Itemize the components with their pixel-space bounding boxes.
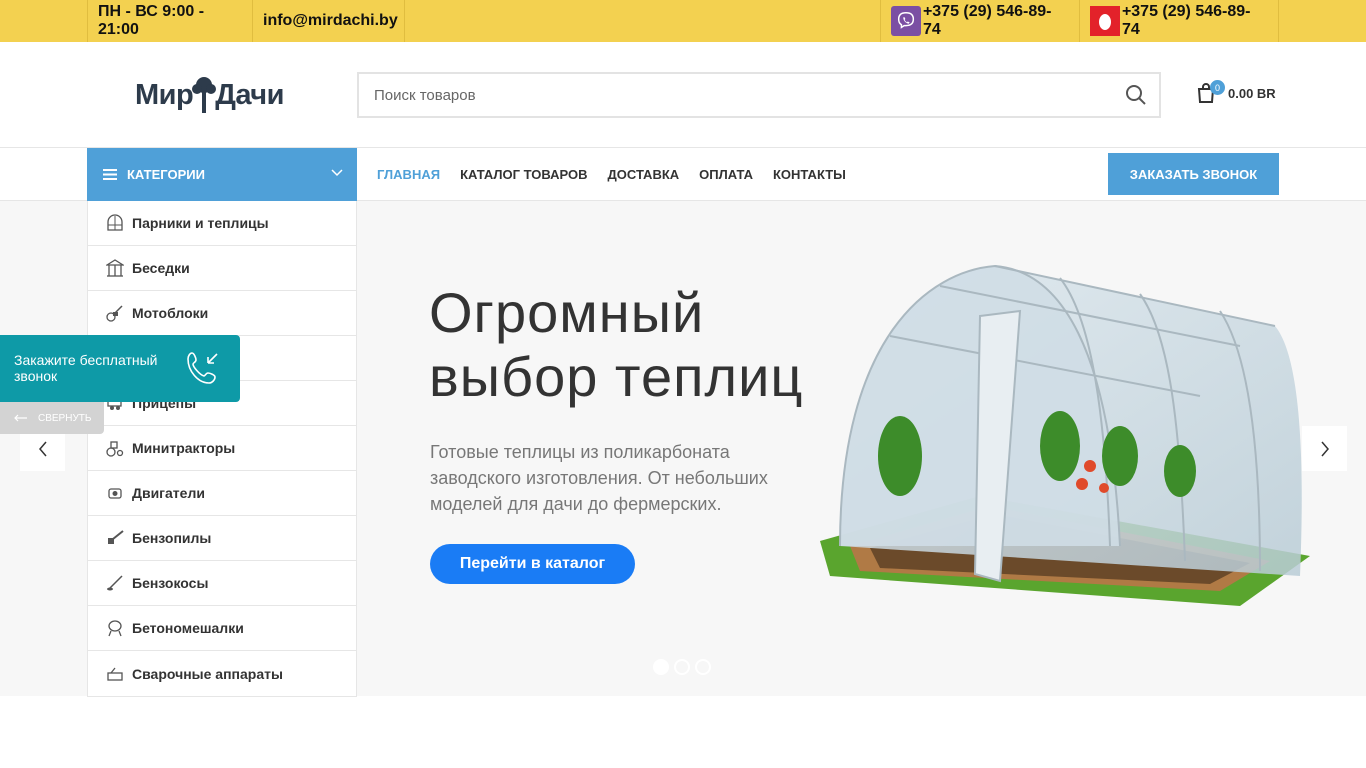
gazebo-icon <box>106 259 124 277</box>
main-nav: Категории Главная Каталог товаров Достав… <box>0 148 1366 201</box>
category-item-engines[interactable]: Двигатели <box>88 471 356 516</box>
category-label: Парники и теплицы <box>132 215 269 231</box>
logo-text-part1: Мир <box>135 78 194 111</box>
main-menu: Главная Каталог товаров Доставка Оплата … <box>377 148 846 201</box>
categories-label: Категории <box>127 167 205 182</box>
slide-title: Огромный выбор теплиц <box>429 281 803 409</box>
menu-item-delivery[interactable]: Доставка <box>608 167 680 182</box>
callback-widget[interactable]: Закажите бесплатный звонок <box>0 335 240 402</box>
slide-description: Готовые теплицы из поликарбоната заводск… <box>430 442 768 514</box>
category-label: Бетономешалки <box>132 620 244 636</box>
slider-dot-3[interactable] <box>695 659 711 675</box>
chevron-left-icon <box>38 441 47 456</box>
viber-icon <box>891 6 921 36</box>
categories-toggle[interactable]: Категории <box>87 148 357 201</box>
concrete-mixer-icon <box>106 619 124 637</box>
greenhouse-icon <box>106 214 124 232</box>
search-icon[interactable] <box>1125 84 1147 106</box>
callback-collapse-button[interactable]: Свернуть <box>0 402 104 434</box>
callback-widget-text: Закажите бесплатный звонок <box>14 352 158 384</box>
arrow-left-icon <box>14 414 27 422</box>
site-logo[interactable]: Мир Дачи <box>135 72 305 118</box>
category-label: Бензокосы <box>132 575 209 591</box>
greenhouse-image <box>820 264 1310 606</box>
slider-dot-2[interactable] <box>674 659 690 675</box>
tractor-icon <box>106 439 124 457</box>
category-item-chainsaws[interactable]: Бензопилы <box>88 516 356 561</box>
slider-dots <box>653 659 711 675</box>
search-input[interactable] <box>359 74 1099 116</box>
category-label: Бензопилы <box>132 530 212 546</box>
email-link[interactable]: info@mirdachi.by <box>252 0 405 42</box>
cart-widget[interactable]: 0 0.00 BR <box>1196 80 1276 104</box>
category-label: Сварочные аппараты <box>132 665 283 682</box>
category-item-concrete-mixers[interactable]: Бетономешалки <box>88 606 356 651</box>
mts-phone[interactable]: +375 (29) 546-89-74 <box>1079 0 1279 42</box>
order-call-button[interactable]: Заказать звонок <box>1108 153 1279 195</box>
mts-icon <box>1090 6 1120 36</box>
site-header: Мир Дачи 0 0.00 BR <box>0 42 1366 148</box>
phone-call-icon <box>187 352 218 384</box>
menu-item-home[interactable]: Главная <box>377 167 440 182</box>
motoblock-icon <box>106 304 124 322</box>
menu-item-payment[interactable]: Оплата <box>699 167 753 182</box>
viber-phone-number: +375 (29) 546-89-74 <box>922 3 1052 38</box>
search-bar <box>357 72 1161 118</box>
menu-icon <box>103 169 117 180</box>
category-item-minitractors[interactable]: Минитракторы <box>88 426 356 471</box>
category-list: Парники и теплицы Беседки Мотоблоки Приц… <box>87 201 357 697</box>
category-item-trimmers[interactable]: Бензокосы <box>88 561 356 606</box>
callback-collapse-label: Свернуть <box>38 412 92 424</box>
engine-icon <box>106 484 124 502</box>
welder-icon <box>106 665 124 683</box>
top-bar: ПН - ВС 9:00 - 21:00 info@mirdachi.by +3… <box>0 0 1366 42</box>
mts-phone-number: +375 (29) 546-89-74 <box>1121 3 1251 38</box>
slide-title-line2: выбор теплиц <box>429 345 804 408</box>
cart-amount: 0.00 BR <box>1228 85 1276 101</box>
slider-dot-1[interactable] <box>653 659 669 675</box>
chevron-right-icon <box>1320 441 1329 456</box>
menu-item-catalog[interactable]: Каталог товаров <box>460 167 587 182</box>
logo-text-part2: Дачи <box>215 78 284 111</box>
trimmer-icon <box>106 574 124 592</box>
menu-item-contacts[interactable]: Контакты <box>773 167 846 182</box>
category-label: Беседки <box>132 260 190 276</box>
category-item-gazebos[interactable]: Беседки <box>88 246 356 291</box>
go-to-catalog-button[interactable]: Перейти в каталог <box>430 544 635 584</box>
category-label: Мотоблоки <box>132 305 209 321</box>
category-item-welders[interactable]: Сварочные аппараты <box>88 651 356 696</box>
cart-count-badge: 0 <box>1210 80 1225 95</box>
category-label: Двигатели <box>132 485 205 501</box>
category-item-motoblocks[interactable]: Мотоблоки <box>88 291 356 336</box>
chevron-down-icon <box>331 169 343 177</box>
category-item-greenhouses[interactable]: Парники и теплицы <box>88 201 356 246</box>
category-label: Минитракторы <box>132 440 236 456</box>
slider-next-button[interactable] <box>1302 426 1347 471</box>
chainsaw-icon <box>106 529 124 547</box>
working-hours: ПН - ВС 9:00 - 21:00 <box>87 0 253 42</box>
slide-title-line1: Огромный <box>429 281 705 344</box>
viber-phone[interactable]: +375 (29) 546-89-74 <box>880 0 1080 42</box>
